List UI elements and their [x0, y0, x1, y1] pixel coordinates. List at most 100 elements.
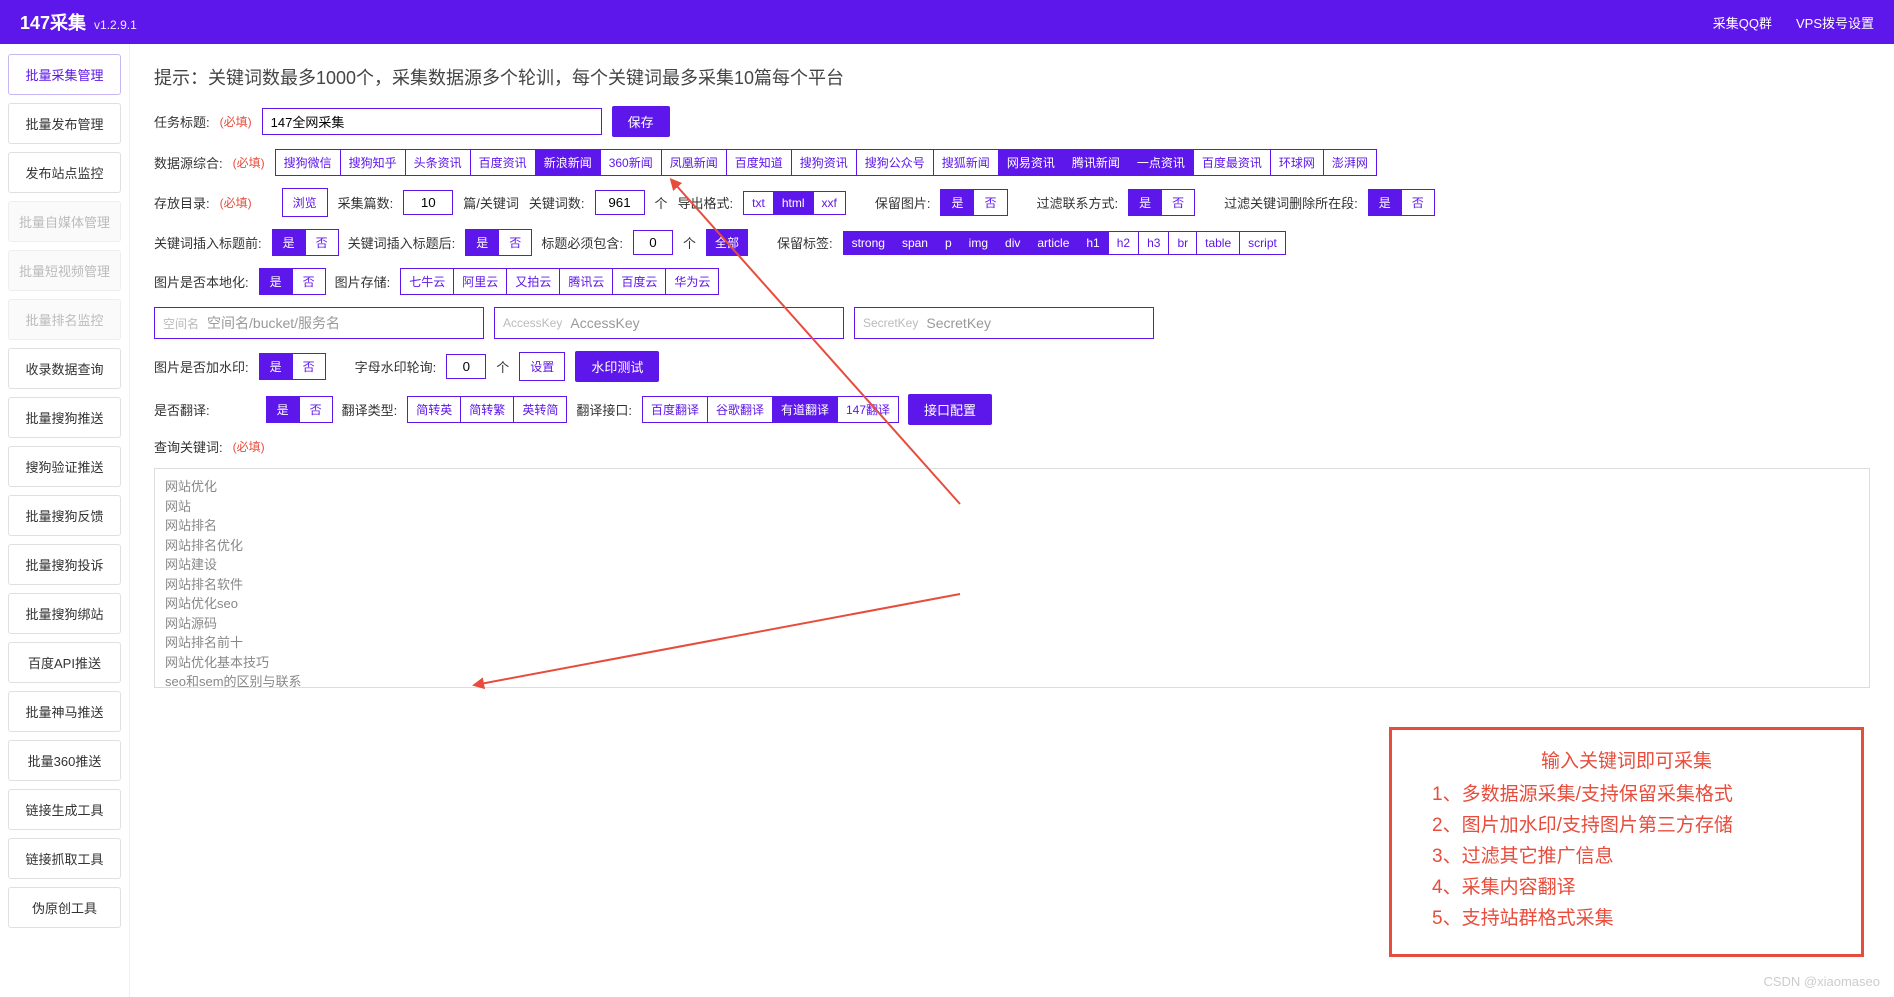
tag-option[interactable]: 百度云	[612, 268, 666, 295]
tag-option[interactable]: article	[1028, 231, 1078, 255]
html-tags: strongspanpimgdivarticleh1h2h3brtablescr…	[843, 231, 1285, 255]
toggle-yes[interactable]: 是	[266, 396, 300, 423]
tag-option[interactable]: 华为云	[665, 268, 719, 295]
collect-count-input[interactable]	[403, 190, 453, 215]
toggle-no[interactable]: 否	[299, 396, 333, 423]
sidebar-item[interactable]: 批量神马推送	[8, 691, 121, 732]
toggle-yes[interactable]: 是	[940, 189, 974, 216]
tag-option[interactable]: 新浪新闻	[535, 149, 601, 176]
row-query-keywords: 查询关键词: (必填)	[154, 437, 1870, 456]
tag-option[interactable]: txt	[743, 191, 774, 215]
alpha-wm-input[interactable]	[446, 354, 486, 379]
toggle-yes[interactable]: 是	[1128, 189, 1162, 216]
toggle-yes[interactable]: 是	[1368, 189, 1402, 216]
tag-option[interactable]: 搜狐新闻	[933, 149, 999, 176]
wm-test-button[interactable]: 水印测试	[575, 351, 659, 382]
tag-option[interactable]: 英转简	[513, 396, 567, 423]
tag-option[interactable]: 环球网	[1270, 149, 1324, 176]
sidebar-item[interactable]: 批量360推送	[8, 740, 121, 781]
keywords-textarea[interactable]	[154, 468, 1870, 688]
space-input[interactable]	[207, 308, 475, 338]
row-data-sources: 数据源综合: (必填) 搜狗微信搜狗知乎头条资讯百度资讯新浪新闻360新闻凤凰新…	[154, 149, 1870, 176]
keyword-count-input[interactable]	[595, 190, 645, 215]
toggle-no[interactable]: 否	[1401, 189, 1435, 216]
sidebar-item[interactable]: 链接抓取工具	[8, 838, 121, 879]
save-button[interactable]: 保存	[612, 106, 670, 137]
toggle-no[interactable]: 否	[292, 353, 326, 380]
tag-option[interactable]: 搜狗资讯	[791, 149, 857, 176]
sidebar-item[interactable]: 搜狗验证推送	[8, 446, 121, 487]
tag-option[interactable]: h3	[1138, 231, 1169, 255]
tag-option[interactable]: 百度翻译	[642, 396, 708, 423]
qq-group-link[interactable]: 采集QQ群	[1713, 13, 1772, 32]
sidebar-item[interactable]: 批量发布管理	[8, 103, 121, 144]
toggle-yes[interactable]: 是	[259, 268, 293, 295]
tag-option[interactable]: table	[1196, 231, 1240, 255]
tag-option[interactable]: 网易资讯	[998, 149, 1064, 176]
sidebar-item[interactable]: 批量搜狗投诉	[8, 544, 121, 585]
tag-option[interactable]: 一点资讯	[1128, 149, 1194, 176]
sidebar-item[interactable]: 批量搜狗推送	[8, 397, 121, 438]
toggle-no[interactable]: 否	[498, 229, 532, 256]
api-config-button[interactable]: 接口配置	[908, 394, 992, 425]
tag-option[interactable]: 百度知道	[726, 149, 792, 176]
task-title-input[interactable]	[262, 108, 602, 135]
label-query-keywords: 查询关键词:	[154, 437, 223, 456]
sidebar-item[interactable]: 收录数据查询	[8, 348, 121, 389]
tag-option[interactable]: 腾讯云	[559, 268, 613, 295]
tag-option[interactable]: 有道翻译	[772, 396, 838, 423]
tag-option[interactable]: 简转繁	[460, 396, 514, 423]
toggle-no[interactable]: 否	[973, 189, 1007, 216]
tag-option[interactable]: 147翻译	[837, 396, 899, 423]
toggle-yes[interactable]: 是	[465, 229, 499, 256]
tag-option[interactable]: 简转英	[407, 396, 461, 423]
sidebar-item[interactable]: 批量搜狗反馈	[8, 495, 121, 536]
sidebar-item[interactable]: 百度API推送	[8, 642, 121, 683]
tag-option[interactable]: 头条资讯	[405, 149, 471, 176]
tag-option[interactable]: div	[996, 231, 1029, 255]
tag-option[interactable]: br	[1168, 231, 1197, 255]
tag-option[interactable]: 凤凰新闻	[661, 149, 727, 176]
tag-option[interactable]: 360新闻	[600, 149, 662, 176]
title-contain-input[interactable]	[633, 230, 673, 255]
toggle-no[interactable]: 否	[1161, 189, 1195, 216]
tag-option[interactable]: 澎湃网	[1323, 149, 1377, 176]
label-task-title: 任务标题:	[154, 112, 210, 131]
sk-input[interactable]	[926, 308, 1145, 338]
sidebar-item[interactable]: 链接生成工具	[8, 789, 121, 830]
tag-option[interactable]: img	[960, 231, 997, 255]
tag-option[interactable]: 又拍云	[506, 268, 560, 295]
tag-option[interactable]: 搜狗知乎	[340, 149, 406, 176]
set-button[interactable]: 设置	[519, 352, 565, 381]
sidebar-item[interactable]: 批量采集管理	[8, 54, 121, 95]
tag-option[interactable]: xxf	[813, 191, 846, 215]
quanbu-tag[interactable]: 全部	[706, 229, 748, 256]
toggle-yes[interactable]: 是	[259, 353, 293, 380]
tag-option[interactable]: p	[936, 231, 961, 255]
tag-option[interactable]: 搜狗微信	[275, 149, 341, 176]
sidebar-item[interactable]: 发布站点监控	[8, 152, 121, 193]
tag-option[interactable]: 百度最资讯	[1193, 149, 1271, 176]
browse-button[interactable]: 浏览	[282, 188, 328, 217]
tag-option[interactable]: 七牛云	[400, 268, 454, 295]
sidebar-item[interactable]: 伪原创工具	[8, 887, 121, 928]
tag-option[interactable]: strong	[843, 231, 894, 255]
toggle-no[interactable]: 否	[292, 268, 326, 295]
toggle-yes[interactable]: 是	[272, 229, 306, 256]
tag-option[interactable]: 搜狗公众号	[856, 149, 934, 176]
tag-option[interactable]: html	[773, 191, 814, 215]
vps-link[interactable]: VPS拨号设置	[1796, 13, 1874, 32]
tag-option[interactable]: 阿里云	[453, 268, 507, 295]
sidebar-item[interactable]: 批量搜狗绑站	[8, 593, 121, 634]
tag-option[interactable]: span	[893, 231, 937, 255]
ak-input[interactable]	[570, 308, 835, 338]
tag-option[interactable]: h1	[1077, 231, 1108, 255]
tag-option[interactable]: 百度资讯	[470, 149, 536, 176]
annotation-line: 2、图片加水印/支持图片第三方存储	[1412, 810, 1841, 837]
tag-option[interactable]: 谷歌翻译	[707, 396, 773, 423]
ak-input-wrap: AccessKey	[494, 307, 844, 339]
toggle-no[interactable]: 否	[305, 229, 339, 256]
tag-option[interactable]: h2	[1108, 231, 1139, 255]
tag-option[interactable]: script	[1239, 231, 1286, 255]
tag-option[interactable]: 腾讯新闻	[1063, 149, 1129, 176]
